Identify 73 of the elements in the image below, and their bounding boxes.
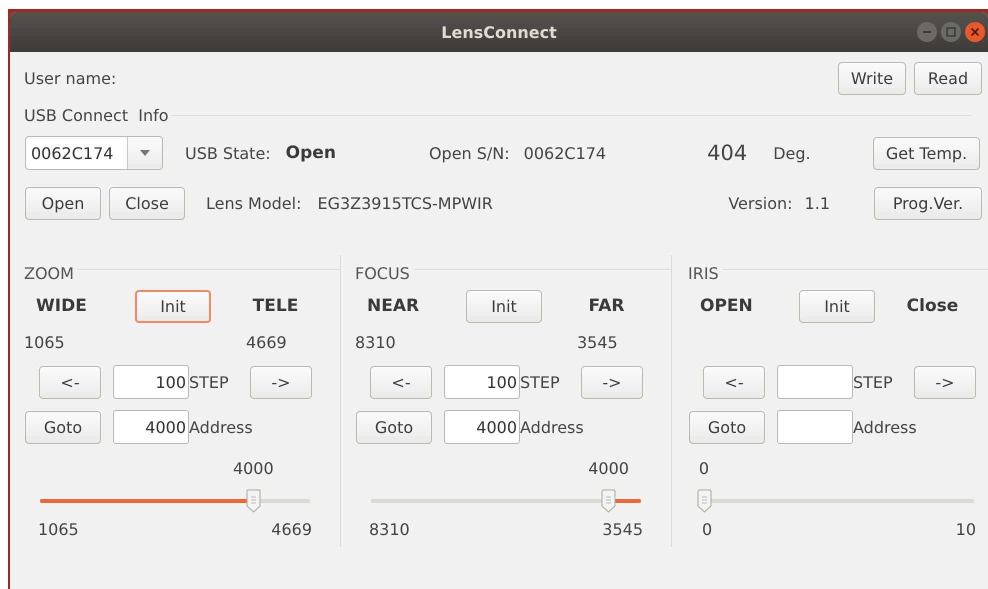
minimize-icon[interactable] (916, 21, 938, 43)
serial-label: Open S/N: (428, 144, 510, 162)
get-temp-button[interactable]: Get Temp. (873, 136, 980, 170)
toolbar-button[interactable]: Write (838, 62, 906, 94)
usb-state-label: USB State: (185, 144, 271, 162)
address-field[interactable] (777, 410, 853, 444)
init-button[interactable]: Init (466, 290, 542, 322)
slider-thumb[interactable] (600, 489, 616, 513)
step-field[interactable]: 100 (444, 365, 520, 399)
limit-label: Close (906, 296, 958, 316)
panel-title: FOCUS (355, 264, 410, 282)
step-back-button[interactable]: <- (39, 366, 101, 398)
init-button[interactable]: Init (799, 290, 875, 322)
goto-button[interactable]: Goto (689, 410, 765, 444)
usb-state-value: Open (286, 143, 336, 163)
version-value: 1.1 (804, 194, 830, 212)
step-back-button[interactable]: <- (703, 366, 765, 398)
dropdown-arrow-icon (140, 150, 150, 156)
step-field[interactable]: 100 (113, 365, 189, 399)
slider-thumb[interactable] (246, 489, 260, 513)
group-label: USB Connect Info (24, 106, 169, 124)
slider-min-label: 0 (702, 520, 712, 538)
temperature-value: 404 (707, 141, 748, 165)
panel-title: IRIS (688, 264, 719, 282)
limit-label: NEAR (366, 296, 420, 316)
user-name-label: User name: (24, 68, 116, 88)
address-field[interactable]: 4000 (113, 410, 189, 444)
window-title: LensConnect (441, 22, 557, 42)
limit-label: FAR (588, 296, 624, 316)
slider-max-label: 10 (956, 520, 976, 538)
address-label: Address (520, 418, 584, 436)
slider-max-label: 4669 (271, 520, 312, 538)
limit-value: 3545 (577, 332, 619, 352)
open-button[interactable]: Open (25, 186, 101, 220)
step-label: STEP (853, 372, 893, 392)
limit-value: 4669 (246, 332, 288, 352)
address-label: Address (189, 418, 253, 436)
step-label: STEP (520, 372, 560, 392)
limit-label: WIDE (35, 296, 88, 316)
device-dropdown[interactable]: 0062C174 (25, 136, 163, 170)
goto-button[interactable]: Goto (25, 410, 101, 444)
toolbar-button[interactable]: Read (914, 62, 982, 94)
step-label: STEP (189, 372, 229, 392)
slider-value: 4000 (232, 459, 274, 478)
step-field[interactable] (777, 365, 853, 399)
slider-max-label: 3545 (602, 520, 643, 538)
temperature-unit: Deg. (773, 144, 811, 162)
slider-value: 0 (698, 459, 710, 478)
address-field[interactable]: 4000 (444, 410, 520, 444)
prog-ver-button[interactable]: Prog.Ver. (874, 186, 982, 220)
slider-min-label: 1065 (38, 520, 79, 538)
slider-min-label: 8310 (369, 520, 410, 538)
step-back-button[interactable]: <- (370, 366, 432, 398)
lens-model-value: EG3Z3915TCS-MPWIR (317, 194, 493, 212)
panel-title: ZOOM (24, 264, 74, 282)
slider-value: 4000 (588, 459, 629, 478)
limit-label: TELE (252, 296, 298, 316)
address-label: Address (853, 418, 917, 436)
step-forward-button[interactable]: -> (250, 366, 312, 398)
limit-value: 1065 (24, 332, 66, 352)
step-forward-button[interactable]: -> (581, 366, 643, 398)
close-icon[interactable] (964, 21, 986, 43)
step-forward-button[interactable]: -> (914, 366, 976, 398)
goto-button[interactable]: Goto (356, 410, 432, 444)
slider-thumb[interactable] (697, 489, 712, 513)
limit-label: OPEN (699, 296, 754, 316)
limit-value: 8310 (355, 332, 397, 352)
version-label: Version: (728, 194, 793, 212)
serial-value: 0062C174 (524, 144, 606, 162)
lens-model-label: Lens Model: (206, 194, 302, 212)
close-button[interactable]: Close (109, 186, 185, 220)
maximize-icon[interactable] (940, 21, 962, 43)
init-button[interactable]: Init (135, 290, 211, 322)
